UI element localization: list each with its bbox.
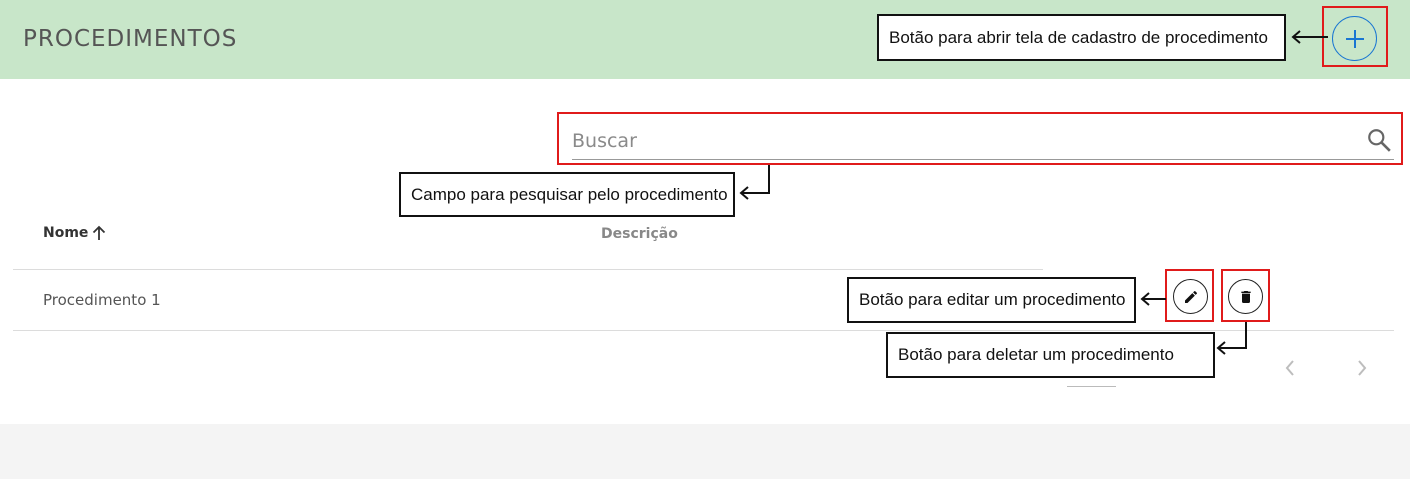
- column-header-descricao[interactable]: Descrição: [601, 226, 678, 242]
- search-icon[interactable]: [1366, 127, 1392, 153]
- search-callout-arrow: [739, 165, 770, 200]
- search-field: [572, 124, 1394, 160]
- trash-icon: [1240, 290, 1251, 303]
- chevron-right-icon: [1358, 360, 1367, 376]
- edit-button-callout: Botão para editar um procedimento: [847, 277, 1136, 323]
- delete-button[interactable]: [1228, 279, 1263, 314]
- column-header-nome-label: Nome: [43, 225, 89, 241]
- add-button-callout: Botão para abrir tela de cadastro de pro…: [877, 14, 1286, 61]
- edit-callout-arrow: [1140, 292, 1166, 306]
- search-input[interactable]: [572, 124, 1352, 158]
- pencil-icon: [1184, 290, 1197, 303]
- column-header-nome[interactable]: Nome: [43, 225, 106, 241]
- delete-callout-arrow: [1216, 322, 1247, 355]
- add-procedure-button[interactable]: [1332, 16, 1377, 61]
- search-field-callout: Campo para pesquisar pelo procedimento: [399, 172, 735, 217]
- row-divider: [13, 330, 1394, 331]
- arrow-up-icon: [93, 225, 106, 240]
- prev-page-button[interactable]: [1278, 356, 1302, 380]
- edit-button[interactable]: [1173, 279, 1208, 314]
- page-size-underline[interactable]: [1067, 386, 1116, 387]
- delete-button-callout: Botão para deletar um procedimento: [886, 332, 1215, 378]
- add-callout-arrow: [1291, 30, 1328, 44]
- chevron-left-icon: [1285, 360, 1294, 376]
- page-title: PROCEDIMENTOS: [23, 26, 238, 52]
- next-page-button[interactable]: [1350, 356, 1374, 380]
- plus-icon: [1345, 29, 1364, 48]
- row-nome-cell: Procedimento 1: [43, 291, 161, 309]
